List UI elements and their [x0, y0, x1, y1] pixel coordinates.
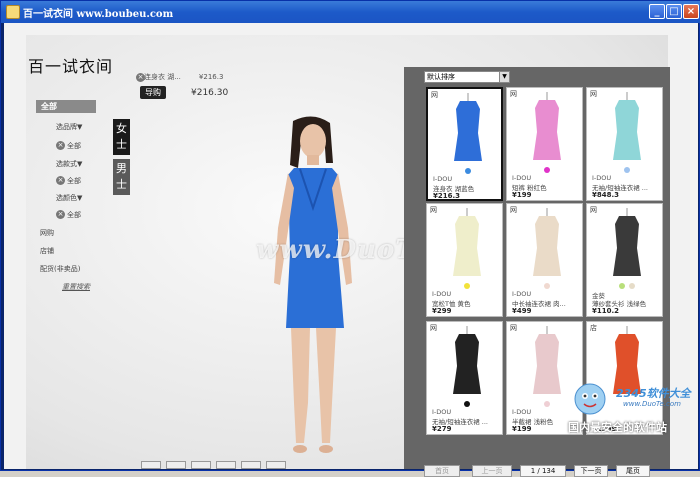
- view-control-icon[interactable]: [141, 461, 161, 469]
- product-card[interactable]: 网 I-DOU 短裤 粉红色 ¥199: [506, 87, 583, 201]
- product-image[interactable]: [447, 326, 487, 396]
- mascot-icon: [574, 383, 606, 415]
- sidebar-item-store[interactable]: 店铺: [40, 246, 54, 256]
- tab-male[interactable]: 男士: [113, 159, 130, 195]
- filter-brand-dropdown[interactable]: 选品牌▼: [56, 122, 82, 132]
- product-image[interactable]: [447, 208, 487, 278]
- sort-dropdown[interactable]: 默认排序 ▼: [424, 71, 510, 83]
- product-source: 网: [590, 206, 597, 214]
- filter-style-value: 全部: [67, 177, 81, 185]
- product-source: 网: [430, 324, 437, 332]
- product-source: 网: [590, 90, 597, 98]
- product-price: ¥299: [432, 307, 452, 315]
- product-brand: I-DOU: [432, 408, 452, 416]
- view-control-icon[interactable]: [241, 461, 261, 469]
- product-price: ¥110.2: [592, 307, 620, 315]
- view-control-icon[interactable]: [166, 461, 186, 469]
- product-brand: I-DOU: [512, 174, 532, 182]
- color-swatch[interactable]: [464, 401, 470, 407]
- page-indicator[interactable]: 1 / 134: [520, 465, 566, 477]
- view-control-icon[interactable]: [266, 461, 286, 469]
- clear-brand-icon[interactable]: ×: [56, 141, 65, 150]
- product-card[interactable]: 网 I-DOU 连身衣 湖蓝色 ¥216.3: [426, 87, 503, 201]
- color-swatch[interactable]: [544, 283, 550, 289]
- duote-logo-slogan: 国内最安全的软件站: [568, 421, 667, 434]
- app-icon: [6, 5, 20, 19]
- sort-dropdown-label: 默认排序: [427, 73, 455, 81]
- chevron-down-icon: ▼: [499, 72, 509, 82]
- view-control-icon[interactable]: [216, 461, 236, 469]
- prev-page-button[interactable]: 上一页: [472, 465, 512, 477]
- product-brand: I-DOU: [512, 408, 532, 416]
- reset-search-link[interactable]: 重置搜索: [62, 282, 90, 292]
- app-window: 百一试衣间 www.boubeu.com _ □ × 百一试衣间 × 连身衣 湖…: [0, 0, 700, 477]
- site-logo: 百一试衣间: [28, 57, 114, 76]
- sidebar-item-online[interactable]: 网购: [40, 228, 54, 238]
- next-page-button[interactable]: 下一页: [574, 465, 608, 477]
- maximize-button[interactable]: □: [666, 4, 682, 19]
- cart-total: ¥216.30: [191, 88, 229, 98]
- product-price: ¥216.3: [433, 192, 461, 200]
- product-card[interactable]: 网 I-DOU 中长袖连衣裙 肉... ¥499: [506, 203, 583, 317]
- duote-logo-url: www.DuoTe.com: [623, 400, 681, 408]
- product-source: 网: [430, 206, 437, 214]
- sidebar-item-all[interactable]: 全部: [36, 100, 96, 113]
- view-control-icon[interactable]: [191, 461, 211, 469]
- product-image[interactable]: [527, 92, 567, 162]
- product-source: 网: [431, 91, 438, 99]
- product-price: ¥499: [512, 307, 532, 315]
- product-price: ¥199: [512, 425, 532, 433]
- product-image[interactable]: [607, 92, 647, 162]
- first-page-button[interactable]: 首页: [424, 465, 460, 477]
- product-source: 网: [510, 324, 517, 332]
- color-swatch[interactable]: [544, 167, 550, 173]
- cart-item: 连身衣 湖... ¥216.3: [144, 72, 223, 82]
- filter-color-dropdown[interactable]: 选颜色▼: [56, 193, 82, 203]
- duote-logo-title: 2345软件大全: [616, 387, 691, 400]
- color-swatch[interactable]: [629, 283, 635, 289]
- color-swatch[interactable]: [464, 283, 470, 289]
- close-button[interactable]: ×: [683, 4, 699, 19]
- sidebar-item-accessories[interactable]: 配货(非卖品): [40, 264, 80, 274]
- color-swatch[interactable]: [544, 401, 550, 407]
- product-price: ¥279: [432, 425, 452, 433]
- product-price: ¥848.3: [592, 191, 620, 199]
- product-brand: I-DOU: [592, 174, 612, 182]
- product-card[interactable]: 网金葵 薄纱套头衫 浅绿色 ¥110.2: [586, 203, 663, 317]
- duote-logo: 2345软件大全 www.DuoTe.com 国内最安全的软件站: [568, 379, 698, 439]
- product-card[interactable]: 网 I-DOU 宽松T恤 黄色 ¥299: [426, 203, 503, 317]
- product-image[interactable]: [527, 208, 567, 278]
- product-brand: I-DOU: [433, 175, 453, 183]
- filter-style-dropdown[interactable]: 选款式▼: [56, 159, 82, 169]
- buy-guide-button[interactable]: 导购: [140, 86, 166, 99]
- minimize-button[interactable]: _: [649, 4, 665, 19]
- product-card[interactable]: 网 I-DOU 无袖/短袖连衣裙 ... ¥279: [426, 321, 503, 435]
- title-bar[interactable]: 百一试衣间 www.boubeu.com _ □ ×: [1, 1, 700, 23]
- product-brand: I-DOU: [512, 290, 532, 298]
- product-card[interactable]: 网 I-DOU 无袖/短袖连衣裙 ... ¥848.3: [586, 87, 663, 201]
- clear-color-icon[interactable]: ×: [56, 210, 65, 219]
- filter-color-value: 全部: [67, 211, 81, 219]
- model-figure: [274, 116, 352, 453]
- cart-item-price: ¥216.3: [198, 73, 224, 81]
- product-image[interactable]: [448, 93, 488, 163]
- product-source: 网: [510, 90, 517, 98]
- product-price: ¥199: [512, 191, 532, 199]
- color-swatch[interactable]: [465, 168, 471, 174]
- view-controls: [141, 461, 291, 471]
- clear-style-icon[interactable]: ×: [56, 176, 65, 185]
- tab-female[interactable]: 女士: [113, 119, 130, 155]
- last-page-button[interactable]: 尾页: [616, 465, 650, 477]
- color-swatch[interactable]: [624, 167, 630, 173]
- product-source: 网: [510, 206, 517, 214]
- product-brand: I-DOU: [432, 290, 452, 298]
- window-title: 百一试衣间 www.boubeu.com: [23, 9, 174, 20]
- cart-item-name: 连身衣 湖...: [144, 73, 181, 81]
- color-swatch[interactable]: [619, 283, 625, 289]
- filter-brand-value: 全部: [67, 142, 81, 150]
- product-source: 店: [590, 324, 597, 332]
- product-image[interactable]: [607, 208, 647, 278]
- product-image[interactable]: [527, 326, 567, 396]
